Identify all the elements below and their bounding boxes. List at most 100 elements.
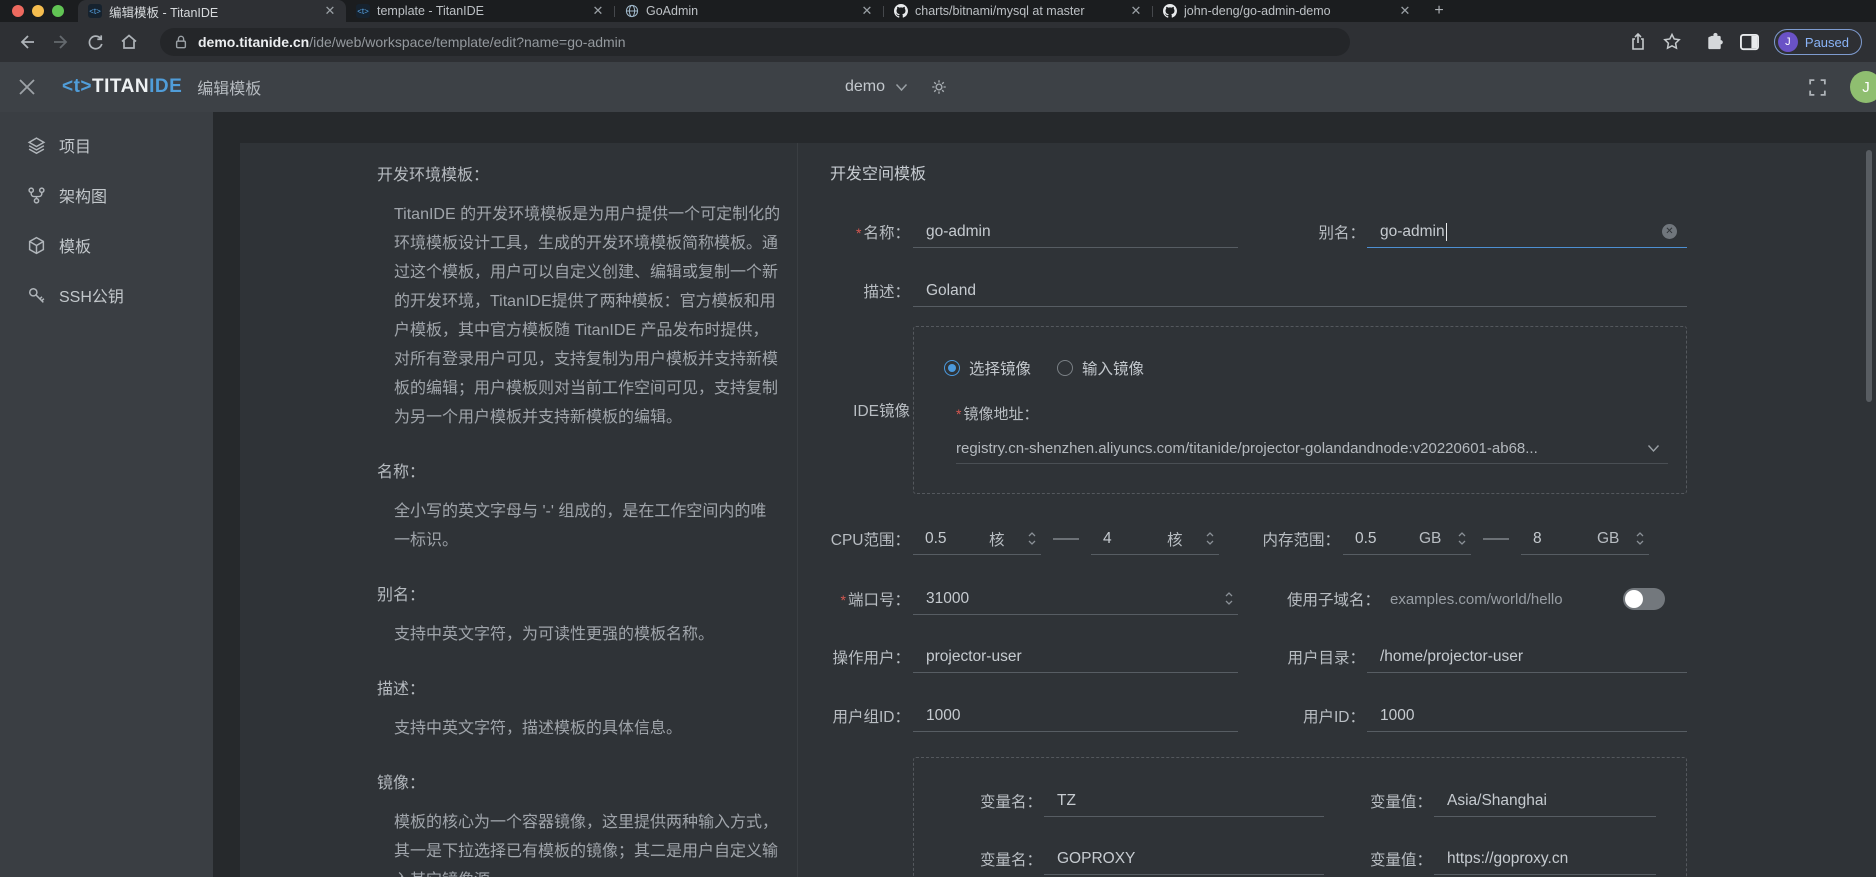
extensions-puzzle-icon[interactable] bbox=[1704, 32, 1725, 53]
tab-title: GoAdmin bbox=[646, 4, 852, 18]
stepper-arrows[interactable] bbox=[1224, 591, 1234, 606]
browser-toolbar: demo.titanide.cn/ide/web/workspace/templ… bbox=[0, 22, 1876, 62]
profile-avatar: J bbox=[1778, 32, 1798, 52]
var-value-input[interactable]: Asia/Shanghai bbox=[1434, 785, 1656, 817]
minimize-window-button[interactable] bbox=[32, 5, 44, 17]
logo-ide: IDE bbox=[149, 76, 182, 97]
sidebar-item-label: SSH公钥 bbox=[59, 283, 124, 307]
browser-profile-chip[interactable]: J Paused bbox=[1774, 29, 1862, 55]
group-id-value: 1000 bbox=[926, 707, 960, 725]
titanide-logo: <t>TITANIDE bbox=[62, 76, 182, 98]
macos-traffic-lights[interactable] bbox=[0, 5, 78, 17]
var-value-input[interactable]: https://goproxy.cn bbox=[1434, 843, 1656, 875]
cpu-max-input[interactable]: 4 核 bbox=[1091, 523, 1219, 555]
description-input[interactable]: Goland bbox=[913, 275, 1687, 307]
logo-bracket: <t> bbox=[62, 76, 92, 97]
range-dash bbox=[1053, 538, 1079, 540]
close-editor-icon[interactable] bbox=[16, 76, 38, 98]
bookmark-star-icon[interactable] bbox=[1662, 32, 1682, 52]
user-id-input[interactable]: 1000 bbox=[1367, 700, 1687, 732]
back-button[interactable] bbox=[10, 27, 44, 57]
name-label: 名称： bbox=[830, 221, 910, 243]
tab-close-icon[interactable]: ✕ bbox=[859, 3, 875, 19]
browser-tab-go-admin-demo[interactable]: john-deng/go-admin-demo ✕ bbox=[1153, 0, 1421, 22]
port-value: 31000 bbox=[926, 590, 969, 608]
radio-select-image[interactable]: 选择镜像 bbox=[944, 357, 1031, 379]
gear-icon[interactable] bbox=[930, 78, 948, 96]
browser-tab-goadmin[interactable]: GoAdmin ✕ bbox=[615, 0, 883, 22]
architecture-icon bbox=[27, 186, 46, 205]
sidebar-item-projects[interactable]: 项目 bbox=[0, 120, 213, 170]
browser-tab-template[interactable]: <t> template - TitanIDE ✕ bbox=[346, 0, 614, 22]
stepper-arrows[interactable] bbox=[1635, 531, 1645, 546]
tab-close-icon[interactable]: ✕ bbox=[1397, 3, 1413, 19]
name-input[interactable]: go-admin bbox=[913, 216, 1238, 248]
user-avatar[interactable]: J bbox=[1850, 71, 1876, 103]
image-address-label: 镜像地址： bbox=[956, 403, 1686, 424]
home-button[interactable] bbox=[112, 27, 146, 57]
subdomain-label: 使用子域名： bbox=[1270, 588, 1380, 610]
var-name-input[interactable]: TZ bbox=[1044, 785, 1324, 817]
alias-label: 别名： bbox=[1270, 221, 1365, 243]
user-dir-input[interactable]: /home/projector-user bbox=[1367, 641, 1687, 673]
reload-button[interactable] bbox=[78, 27, 112, 57]
sidebar-item-ssh-keys[interactable]: SSH公钥 bbox=[0, 270, 213, 320]
browser-tab-mysql-chart[interactable]: charts/bitnami/mysql at master ✕ bbox=[884, 0, 1152, 22]
sidebar-item-label: 架构图 bbox=[59, 183, 107, 207]
alias-input[interactable]: go-admin ✕ bbox=[1367, 216, 1687, 248]
var-name-value: GOPROXY bbox=[1057, 850, 1135, 868]
forward-button[interactable] bbox=[44, 27, 78, 57]
ide-image-group: 选择镜像 输入镜像 镜像地址： registry.cn-shenzhen.ali… bbox=[913, 326, 1687, 494]
home-icon bbox=[119, 32, 139, 52]
docs-heading: 描述： bbox=[377, 675, 781, 699]
var-value-value: https://goproxy.cn bbox=[1447, 850, 1568, 868]
share-icon[interactable] bbox=[1628, 32, 1648, 52]
port-label: 端口号： bbox=[830, 588, 910, 610]
name-value: go-admin bbox=[926, 223, 991, 241]
env-var-row: 变量名： TZ 变量值： Asia/Shanghai bbox=[964, 784, 1656, 818]
cpu-min-input[interactable]: 0.5 核 bbox=[913, 523, 1041, 555]
memory-min-input[interactable]: 0.5 GB bbox=[1343, 523, 1471, 555]
side-panel-icon[interactable] bbox=[1739, 33, 1760, 52]
docs-paragraph: 支持中英文字符，描述模板的具体信息。 bbox=[377, 714, 781, 743]
tab-close-icon[interactable]: ✕ bbox=[1128, 3, 1144, 19]
tab-title: 编辑模板 - TitanIDE bbox=[109, 2, 315, 21]
key-icon bbox=[27, 286, 46, 305]
workspace-selector[interactable]: demo bbox=[845, 62, 948, 112]
stepper-arrows[interactable] bbox=[1027, 531, 1037, 546]
tab-close-icon[interactable]: ✕ bbox=[322, 3, 338, 19]
tab-close-icon[interactable]: ✕ bbox=[590, 3, 606, 19]
image-address-select[interactable]: registry.cn-shenzhen.aliyuncs.com/titani… bbox=[956, 434, 1668, 464]
close-window-button[interactable] bbox=[12, 5, 24, 17]
sidebar-item-architecture[interactable]: 架构图 bbox=[0, 170, 213, 220]
memory-max-input[interactable]: 8 GB bbox=[1521, 523, 1649, 555]
new-tab-button[interactable]: + bbox=[1427, 0, 1451, 22]
var-value-label: 变量值： bbox=[1354, 790, 1432, 812]
image-address-value: registry.cn-shenzhen.aliyuncs.com/titani… bbox=[956, 440, 1639, 457]
stepper-arrows[interactable] bbox=[1457, 531, 1467, 546]
fullscreen-icon[interactable] bbox=[1807, 77, 1828, 98]
content-area: 项目 架构图 模板 SSH公钥 开发环境模板： Ti bbox=[0, 112, 1876, 877]
cube-icon bbox=[27, 236, 46, 255]
zoom-window-button[interactable] bbox=[52, 5, 64, 17]
browser-tab-edit-template[interactable]: <t> 编辑模板 - TitanIDE ✕ bbox=[78, 0, 346, 22]
url-text[interactable]: demo.titanide.cn/ide/web/workspace/templ… bbox=[198, 34, 626, 50]
url-path: /ide/web/workspace/template/edit?name=go… bbox=[309, 34, 625, 50]
radio-input-image[interactable]: 输入镜像 bbox=[1057, 357, 1144, 379]
radio-unselected-icon bbox=[1057, 360, 1073, 376]
port-input[interactable]: 31000 bbox=[913, 583, 1238, 615]
workspace-name: demo bbox=[845, 78, 885, 96]
stepper-arrows[interactable] bbox=[1205, 531, 1215, 546]
alias-value: go-admin bbox=[1380, 223, 1445, 241]
op-user-input[interactable]: projector-user bbox=[913, 641, 1238, 673]
group-id-input[interactable]: 1000 bbox=[913, 700, 1238, 732]
address-bar[interactable]: demo.titanide.cn/ide/web/workspace/templ… bbox=[160, 28, 1350, 56]
reload-icon bbox=[86, 33, 105, 52]
github-favicon bbox=[894, 4, 908, 18]
scrollbar-thumb[interactable] bbox=[1866, 150, 1872, 402]
sidebar-item-templates[interactable]: 模板 bbox=[0, 220, 213, 270]
op-user-label: 操作用户： bbox=[830, 646, 910, 668]
clear-input-icon[interactable]: ✕ bbox=[1662, 224, 1677, 239]
subdomain-toggle[interactable] bbox=[1623, 588, 1665, 610]
var-name-input[interactable]: GOPROXY bbox=[1044, 843, 1324, 875]
